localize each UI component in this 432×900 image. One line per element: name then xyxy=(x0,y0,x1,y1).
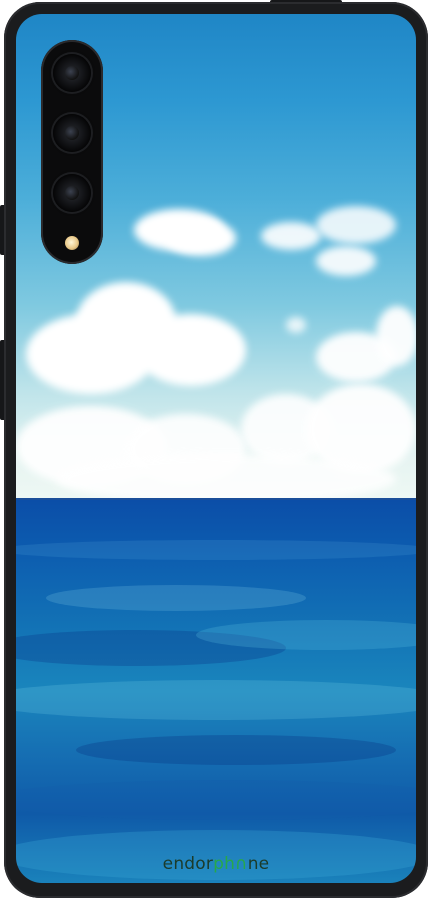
cloud xyxy=(376,306,416,366)
wave xyxy=(16,680,416,720)
brand-logo-part2: ph xyxy=(213,854,236,874)
cloud xyxy=(261,222,321,250)
cloud xyxy=(136,314,246,386)
product-image: endorph∩ne xyxy=(0,0,432,900)
camera-lens-icon xyxy=(53,114,91,152)
cloud xyxy=(316,246,376,276)
cloud xyxy=(316,206,396,244)
brand-logo-glyph: ∩ xyxy=(235,854,248,874)
brand-logo-part3: ne xyxy=(247,854,270,874)
cloud xyxy=(56,454,396,504)
wave xyxy=(46,585,306,611)
wave xyxy=(16,540,416,560)
brand-logo: endorph∩ne xyxy=(16,854,416,874)
flash-icon xyxy=(65,236,79,250)
camera-lens-icon xyxy=(53,174,91,212)
camera-lens-icon xyxy=(53,54,91,92)
wave xyxy=(76,735,396,765)
sea xyxy=(16,500,416,883)
cloud xyxy=(286,317,306,333)
cloud xyxy=(166,220,236,256)
wave xyxy=(16,780,416,820)
camera-module xyxy=(41,40,103,264)
brand-logo-part1: endor xyxy=(162,854,214,874)
